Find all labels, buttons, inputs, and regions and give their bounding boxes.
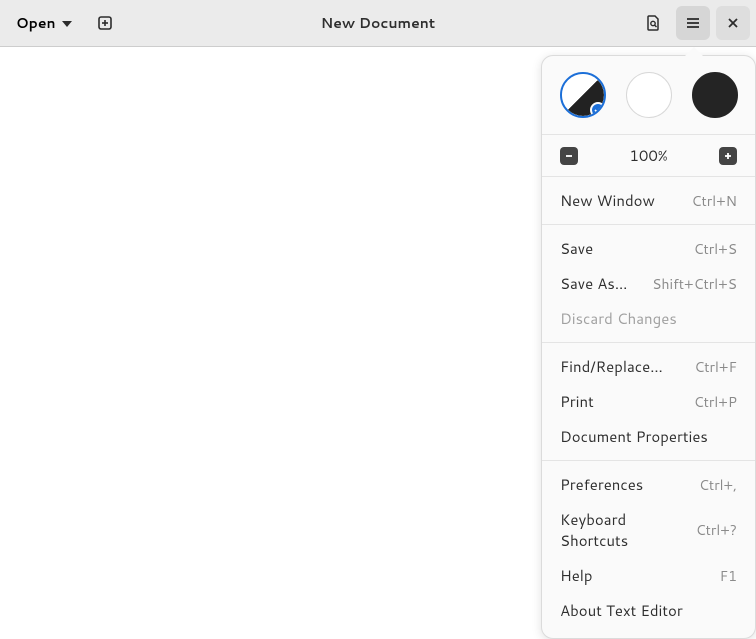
- theme-dark[interactable]: [692, 72, 738, 118]
- menu-item[interactable]: Help F1: [542, 558, 755, 593]
- hamburger-icon: [685, 15, 701, 31]
- theme-selector: [542, 62, 755, 132]
- menu-group: PreferencesCtrl+,Keyboard ShortcutsCtrl+…: [542, 463, 755, 632]
- menu-item[interactable]: Save Ctrl+S: [542, 231, 755, 266]
- separator: [542, 176, 755, 177]
- menu-item-label: Save As…: [560, 273, 627, 294]
- menu-item-label: New Window: [560, 190, 655, 211]
- menu-item-label: Keyboard Shortcuts: [560, 509, 696, 551]
- zoom-in-button[interactable]: [719, 147, 737, 165]
- separator: [542, 342, 755, 343]
- menu-item[interactable]: Save As… Shift+Ctrl+S: [542, 266, 755, 301]
- check-icon: [590, 102, 606, 118]
- menu-item-label: Print: [560, 391, 594, 412]
- theme-follow-system[interactable]: [560, 72, 606, 118]
- zoom-control: 100%: [542, 137, 755, 174]
- menu-item[interactable]: About Text Editor: [542, 593, 755, 628]
- separator: [542, 134, 755, 135]
- menu-item: Discard Changes: [542, 301, 755, 336]
- theme-light[interactable]: [626, 72, 672, 118]
- menu-item-shortcut: Ctrl+P: [694, 392, 737, 412]
- menu-item-label: About Text Editor: [560, 600, 683, 621]
- main-menu-popover: 100% New WindowCtrl+NSaveCtrl+SSave As…S…: [541, 55, 756, 639]
- separator: [542, 224, 755, 225]
- chevron-down-icon: [62, 21, 72, 27]
- open-label: Open: [16, 13, 56, 33]
- new-tab-button[interactable]: [88, 6, 122, 40]
- search-button[interactable]: [636, 6, 670, 40]
- menu-item[interactable]: Print Ctrl+P: [542, 384, 755, 419]
- menu-item[interactable]: Document Properties: [542, 419, 755, 454]
- menu-item-label: Preferences: [560, 474, 643, 495]
- headerbar-right: [636, 6, 750, 40]
- menu-item-shortcut: F1: [720, 566, 737, 586]
- menu-item-shortcut: Ctrl+,: [699, 475, 737, 495]
- menu-item-label: Help: [560, 565, 593, 586]
- document-search-icon: [645, 15, 661, 31]
- menu-item[interactable]: Keyboard ShortcutsCtrl+?: [542, 502, 755, 558]
- menu-item-label: Find/Replace…: [560, 356, 663, 377]
- zoom-value: 100%: [629, 145, 667, 166]
- menu-item-label: Save: [560, 238, 593, 259]
- headerbar: Open New Document: [0, 0, 756, 47]
- close-button[interactable]: [716, 6, 750, 40]
- zoom-out-button[interactable]: [560, 147, 578, 165]
- menu-item-shortcut: Ctrl+?: [696, 520, 737, 540]
- close-icon: [726, 16, 740, 30]
- menu-item-shortcut: Ctrl+N: [692, 191, 737, 211]
- open-button[interactable]: Open: [6, 7, 82, 39]
- menu-item-shortcut: Ctrl+S: [694, 239, 737, 259]
- minus-icon: [563, 150, 575, 162]
- plus-icon: [722, 150, 734, 162]
- menu-group: Save Ctrl+S Save As… Shift+Ctrl+S Discard Ch…: [542, 227, 755, 340]
- menu-item[interactable]: Find/Replace… Ctrl+F: [542, 349, 755, 384]
- menu-group: Find/Replace… Ctrl+F Print Ctrl+P Document P…: [542, 345, 755, 458]
- hamburger-menu-button[interactable]: [676, 6, 710, 40]
- separator: [542, 460, 755, 461]
- menu-group: New Window Ctrl+N: [542, 179, 755, 222]
- menu-item[interactable]: New Window Ctrl+N: [542, 183, 755, 218]
- menu-item-shortcut: Shift+Ctrl+S: [652, 274, 737, 294]
- menu-item-label: Document Properties: [560, 426, 708, 447]
- menu-item-shortcut: Ctrl+F: [694, 357, 737, 377]
- headerbar-left: Open: [6, 6, 122, 40]
- menu-item-label: Discard Changes: [560, 308, 677, 329]
- new-tab-icon: [97, 15, 113, 31]
- menu-item[interactable]: Preferences Ctrl+,: [542, 467, 755, 502]
